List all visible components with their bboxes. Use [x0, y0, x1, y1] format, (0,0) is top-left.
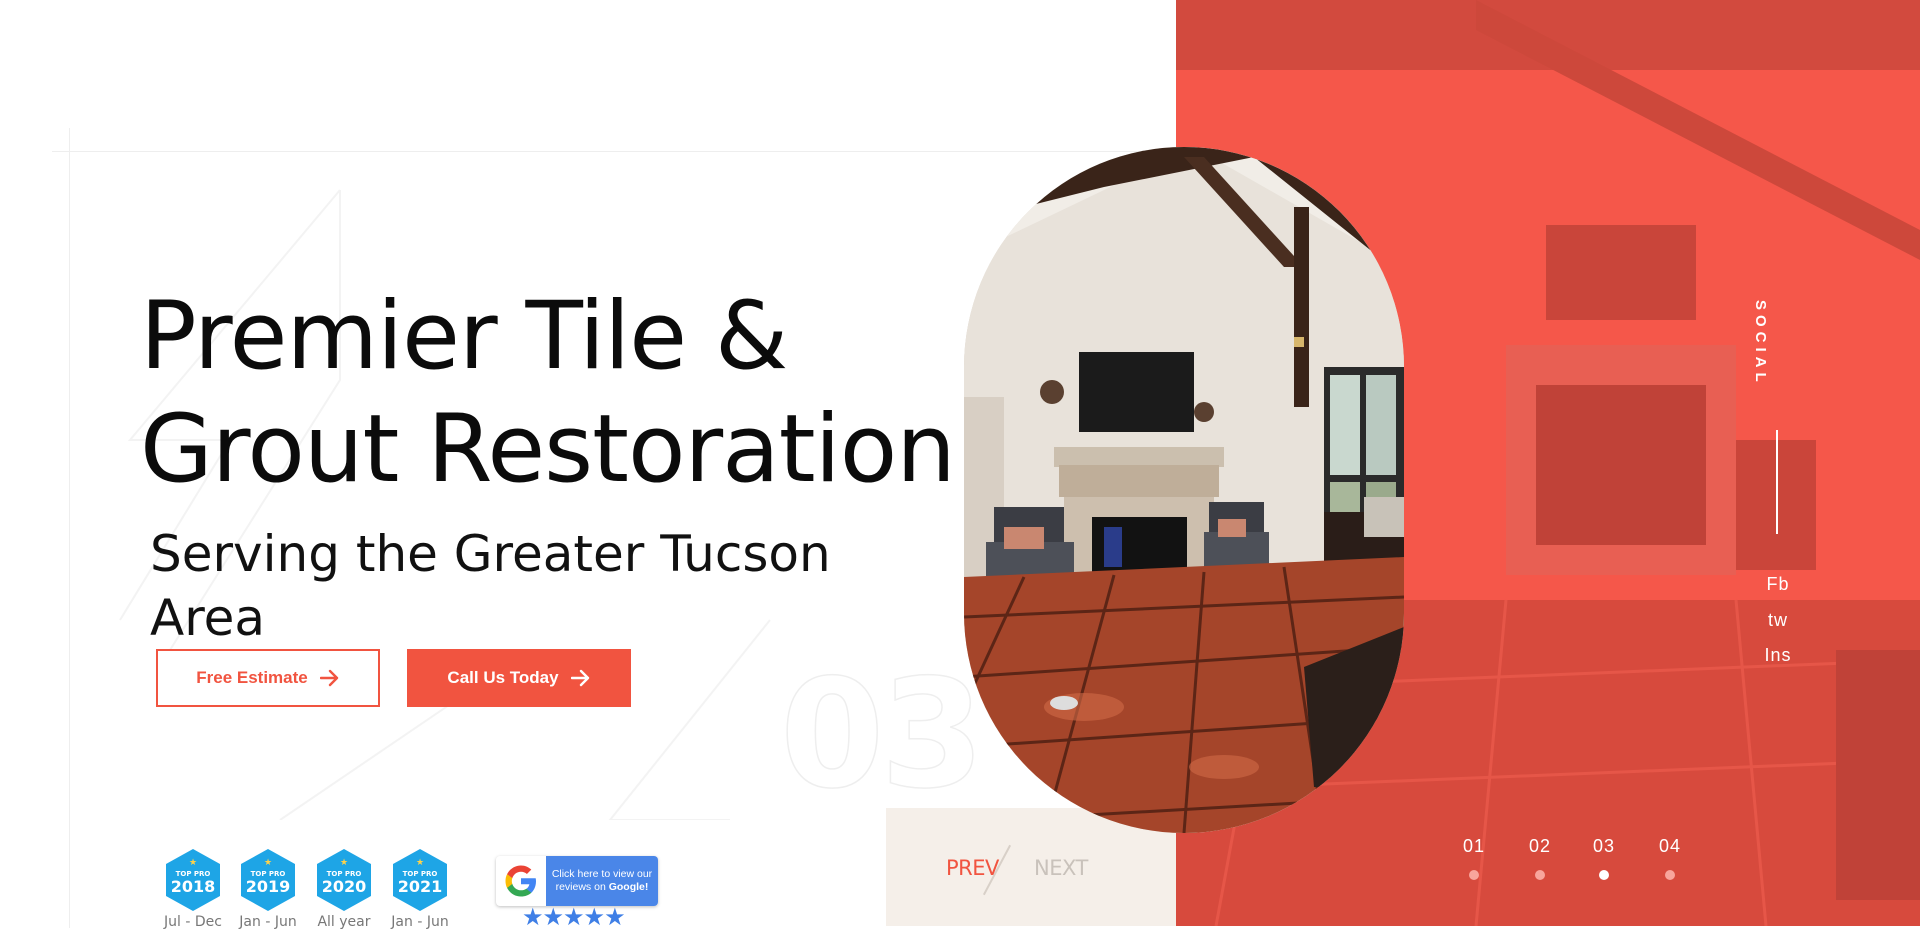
badge-caption: Jan - Jun: [239, 914, 297, 930]
pager-dot-active[interactable]: [1599, 870, 1609, 880]
instagram-link[interactable]: Ins: [1738, 645, 1818, 666]
top-pro-badge-icon: ★ TOP PRO 2018: [166, 849, 220, 911]
badge-caption: Jul - Dec: [164, 914, 222, 930]
google-text-reviews-on: reviews on: [555, 881, 606, 893]
svg-text:★: ★: [189, 858, 197, 868]
frame-line-left: [69, 128, 70, 928]
pager-number[interactable]: 04: [1650, 836, 1690, 857]
call-us-label: Call Us Today: [447, 668, 559, 687]
top-pro-badge-icon: ★ TOP PRO 2021: [393, 849, 447, 911]
twitter-link[interactable]: tw: [1738, 610, 1818, 631]
svg-text:★: ★: [340, 858, 348, 868]
badge-caption: Jan - Jun: [391, 914, 449, 930]
svg-text:★: ★: [416, 858, 424, 868]
title-line-2: Grout Restoration: [140, 395, 956, 504]
pager-dot[interactable]: [1535, 870, 1545, 880]
title-line-1: Premier Tile &: [140, 282, 788, 391]
social-label: SOCIAL: [1752, 300, 1769, 387]
top-pro-badge-icon: ★ TOP PRO 2019: [241, 849, 295, 911]
google-logo-icon: [496, 856, 546, 906]
hero-room-photo: [964, 147, 1404, 833]
arrow-right-icon: [319, 669, 338, 687]
google-brand-text: Google!: [608, 881, 649, 893]
pager-dot[interactable]: [1469, 870, 1479, 880]
svg-text:★: ★: [264, 858, 272, 868]
google-reviews-button[interactable]: Click here to view our reviews on Google…: [496, 856, 658, 906]
call-us-button[interactable]: Call Us Today: [407, 649, 631, 707]
slide-number-watermark: 03: [779, 648, 985, 822]
frame-line-top: [52, 151, 1176, 152]
badge-year: 2020: [322, 877, 367, 896]
facebook-link[interactable]: Fb: [1738, 574, 1818, 595]
badge-year: 2018: [171, 877, 216, 896]
google-text-line1: Click here to view our: [551, 868, 653, 880]
free-estimate-button[interactable]: Free Estimate: [156, 649, 380, 707]
badge-year: 2019: [246, 877, 291, 896]
next-button[interactable]: NEXT: [1034, 856, 1088, 880]
rating-stars: ★★★★★: [522, 904, 626, 931]
social-divider: [1776, 430, 1778, 534]
pager-number[interactable]: 02: [1520, 836, 1560, 857]
arrow-right-icon: [570, 669, 589, 687]
pager-dot[interactable]: [1665, 870, 1675, 880]
free-estimate-label: Free Estimate: [196, 668, 308, 687]
pager-number[interactable]: 01: [1454, 836, 1494, 857]
living-room-illustration: [964, 147, 1404, 833]
badge-year: 2021: [398, 877, 443, 896]
google-text-line2: reviews on Google!: [556, 881, 649, 894]
badge-caption: All year: [317, 914, 371, 930]
google-reviews-text: Click here to view our reviews on Google…: [546, 856, 658, 906]
page-subtitle: Serving the Greater Tucson Area: [150, 525, 831, 647]
pager-number[interactable]: 03: [1584, 836, 1624, 857]
top-pro-badge-icon: ★ TOP PRO 2020: [317, 849, 371, 911]
page-title: Premier Tile & Grout Restoration: [140, 280, 960, 506]
